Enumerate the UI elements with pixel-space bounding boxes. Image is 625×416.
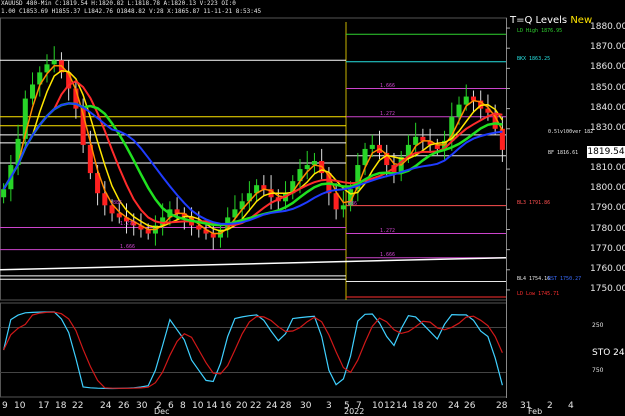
chart-window: XAUUSD 480-Min C:1819.54 H:1820.82 L:181…: [0, 0, 625, 416]
x-date-label: 12: [384, 401, 396, 411]
x-date-label: 26: [118, 401, 130, 411]
y-tick-label: 1750.00: [590, 283, 625, 294]
stoch-tick: 250: [592, 321, 604, 329]
stoch-d-line: [3, 311, 503, 389]
x-date-label: 30: [300, 401, 312, 411]
candle-body: [463, 96, 469, 105]
x-date-label: 22: [250, 401, 262, 411]
x-date-label: 4: [568, 401, 574, 411]
stoch-tick: 750: [592, 366, 604, 374]
level-label: LD High 1876.95: [517, 28, 563, 35]
month-label: Dec: [154, 407, 170, 416]
y-tick-label: 1800.00: [590, 183, 625, 194]
month-label: Feb: [528, 407, 543, 416]
y-tick-label: 1760.00: [590, 263, 625, 274]
x-date-label: 3: [326, 401, 332, 411]
y-tick-label: 1870.00: [590, 42, 625, 53]
x-date-label: 24: [448, 401, 460, 411]
level-label: 1.272: [380, 110, 396, 117]
candle-body: [369, 144, 375, 149]
x-date-label: 20: [236, 401, 248, 411]
last-price-label: 1819.54: [587, 146, 625, 158]
stoch-label: STO 24: [592, 348, 625, 358]
x-date-label: 28: [496, 401, 508, 411]
level-label: BL3 1791.86: [517, 199, 551, 206]
level-label: 1.666: [380, 251, 396, 258]
trend-line: [0, 256, 507, 271]
candle-body: [1, 189, 7, 198]
x-date-label: 28: [280, 401, 292, 411]
level-label: .886: [110, 200, 123, 207]
candle-body: [456, 104, 462, 117]
level-label: 0.5lvl00ver 182: [548, 128, 594, 135]
x-date-label: 2: [547, 401, 553, 411]
x-date-label: 22: [72, 401, 84, 411]
x-date-label: 26: [464, 401, 476, 411]
level-label: .886: [345, 201, 358, 208]
price-chart[interactable]: [0, 0, 625, 414]
x-date-label: 10: [192, 401, 204, 411]
x-date-label: 14: [206, 401, 218, 411]
x-date-label: 10: [372, 401, 384, 411]
stoch-pane-border: [0, 302, 507, 398]
level-label: 1.272: [380, 227, 396, 234]
x-date-label: 24: [100, 401, 112, 411]
candle-body: [29, 84, 36, 99]
x-date-label: 24: [266, 401, 278, 411]
level-label: BF 1816.61: [548, 149, 579, 156]
y-tick-label: 1770.00: [590, 243, 625, 254]
level-label: BL4 1754.16: [517, 275, 551, 282]
stoch-k-line: [3, 311, 503, 390]
month-label: 2022: [344, 407, 365, 416]
candle-body: [413, 136, 419, 145]
level-label: 1.272: [120, 221, 136, 228]
y-tick-label: 1850.00: [590, 82, 625, 93]
y-tick-label: 1810.00: [590, 163, 625, 174]
level-label: LD Low 1745.71: [517, 290, 560, 297]
y-tick-label: 1780.00: [590, 223, 625, 234]
y-tick-label: 1830.00: [590, 122, 625, 133]
x-date-label: 14: [396, 401, 408, 411]
y-tick-label: 1880.00: [590, 22, 625, 33]
x-date-label: 10: [14, 401, 26, 411]
x-date-label: 16: [220, 401, 232, 411]
x-date-label: 18: [412, 401, 424, 411]
level-label: 1.666: [120, 243, 136, 250]
level-label: RST 1750.27: [548, 275, 582, 282]
x-date-label: 30: [136, 401, 148, 411]
candle-body: [51, 60, 57, 65]
level-label: 1.666: [380, 82, 396, 89]
x-date-label: 18: [55, 401, 67, 411]
level-label: BKX 1863.25: [517, 55, 551, 62]
y-tick-label: 1840.00: [590, 102, 625, 113]
x-date-label: 20: [426, 401, 438, 411]
x-date-label: 17: [38, 401, 50, 411]
x-date-label: 8: [180, 401, 186, 411]
candle-body: [304, 165, 310, 170]
x-date-label: 9: [2, 401, 8, 411]
y-tick-label: 1790.00: [590, 203, 625, 214]
y-tick-label: 1860.00: [590, 62, 625, 73]
